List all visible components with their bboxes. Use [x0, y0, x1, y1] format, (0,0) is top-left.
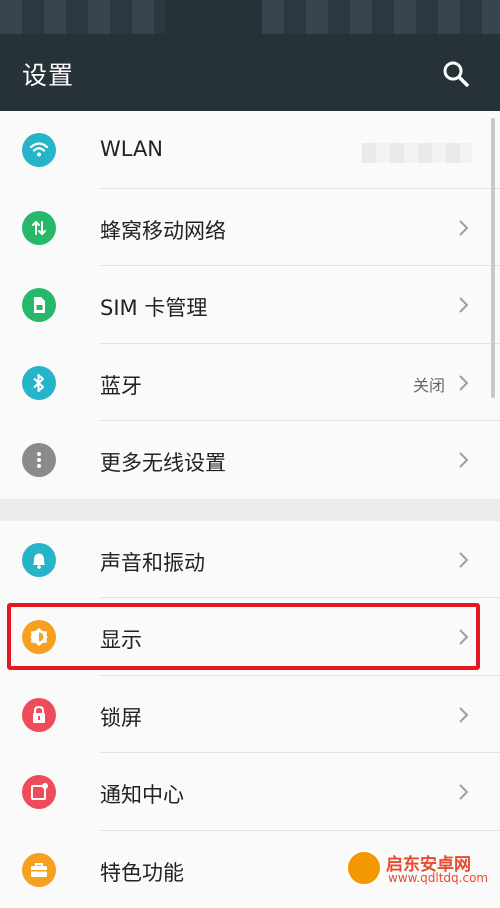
section-divider [0, 499, 500, 521]
chevron-right-icon [458, 294, 470, 316]
chevron-right-icon [458, 549, 470, 571]
status-bar-right-blurred [262, 0, 500, 34]
setting-sim-card[interactable]: SIM 卡管理 [0, 266, 500, 344]
setting-label: 通知中心 [100, 779, 184, 809]
setting-lock-screen[interactable]: 锁屏 [0, 676, 500, 754]
watermark: 启东安卓网 www.qdltdq.com [346, 846, 496, 890]
wifi-icon [22, 133, 56, 167]
setting-notification-center[interactable]: 通知中心 [0, 753, 500, 831]
chevron-right-icon [458, 781, 470, 803]
briefcase-icon [22, 853, 56, 887]
chevron-right-icon [458, 372, 470, 394]
setting-more-wireless[interactable]: 更多无线设置 [0, 421, 500, 499]
settings-list: WLAN 蜂窝移动网络 SIM 卡管理 [0, 111, 500, 908]
setting-label: SIM 卡管理 [100, 292, 207, 322]
setting-label: 蓝牙 [100, 370, 142, 400]
watermark-url: www.qdltdq.com [388, 871, 488, 885]
watermark-logo [346, 850, 382, 886]
lock-icon [22, 698, 56, 732]
wlan-network-name-blurred [362, 143, 472, 163]
setting-label: 更多无线设置 [100, 447, 226, 477]
chevron-right-icon [458, 217, 470, 239]
setting-cellular[interactable]: 蜂窝移动网络 [0, 189, 500, 267]
setting-label: 声音和振动 [100, 547, 205, 577]
bluetooth-status: 关闭 [413, 372, 445, 396]
cellular-data-icon [22, 211, 56, 245]
chevron-right-icon [458, 449, 470, 471]
bell-icon [22, 543, 56, 577]
setting-bluetooth[interactable]: 蓝牙 关闭 [0, 344, 500, 422]
chevron-right-icon [458, 704, 470, 726]
search-icon[interactable] [442, 60, 470, 88]
bluetooth-icon [22, 366, 56, 400]
setting-sound[interactable]: 声音和振动 [0, 521, 500, 599]
more-dots-icon [22, 443, 56, 477]
setting-label: 特色功能 [100, 857, 184, 887]
settings-header: 设置 [0, 40, 500, 111]
status-bar [0, 0, 500, 40]
notification-icon [22, 775, 56, 809]
sim-card-icon [22, 288, 56, 322]
setting-label: 锁屏 [100, 702, 142, 732]
scrollbar[interactable] [491, 118, 495, 398]
setting-label: WLAN [100, 137, 163, 161]
highlight-box [7, 603, 480, 670]
setting-label: 蜂窝移动网络 [100, 215, 226, 245]
status-bar-left-blurred [0, 0, 165, 34]
page-title: 设置 [22, 56, 74, 92]
setting-wlan[interactable]: WLAN [0, 111, 500, 189]
